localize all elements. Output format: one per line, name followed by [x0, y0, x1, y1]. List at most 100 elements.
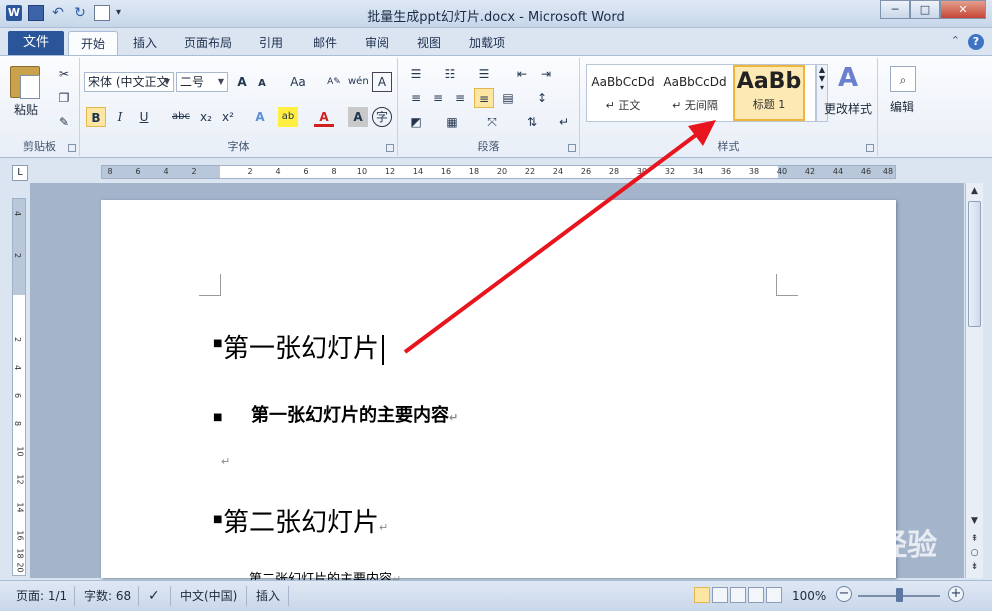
- show-marks-icon[interactable]: ↵: [554, 112, 574, 132]
- ruler-tick: 14: [412, 167, 424, 176]
- tab-file[interactable]: 文件: [8, 31, 64, 55]
- shading-icon[interactable]: ◩: [406, 112, 426, 132]
- align-center-icon[interactable]: ≡: [428, 88, 448, 108]
- style-normal[interactable]: AaBbCcDd ↵ 正文: [587, 65, 659, 121]
- underline-button[interactable]: U: [134, 107, 154, 127]
- doc-heading-2[interactable]: 第二张幻灯片↵: [223, 502, 388, 539]
- page-count[interactable]: 页面: 1/1: [16, 587, 67, 605]
- editing-group: ⌕ 编辑: [880, 58, 926, 156]
- insert-mode[interactable]: 插入: [256, 587, 280, 605]
- distributed-icon[interactable]: ▤: [498, 88, 518, 108]
- close-button[interactable]: ✕: [940, 0, 986, 19]
- font-color-icon[interactable]: A: [314, 107, 334, 127]
- bullets-icon[interactable]: ☰: [406, 64, 426, 84]
- superscript-button[interactable]: x²: [218, 107, 238, 127]
- ruler-tick: 2: [247, 167, 253, 176]
- style-no-spacing[interactable]: AaBbCcDd ↵ 无间隔: [659, 65, 731, 121]
- decrease-indent-icon[interactable]: ⇤: [512, 64, 532, 84]
- justify-icon[interactable]: ≡: [474, 88, 494, 108]
- enclose-char-icon[interactable]: 字: [372, 107, 392, 127]
- zoom-slider-handle[interactable]: [896, 588, 903, 602]
- numbering-icon[interactable]: ☷: [440, 64, 460, 84]
- horizontal-ruler[interactable]: 8 6 4 2 2 4 6 8 10 12 14 16 18 20 22 24 …: [101, 165, 896, 179]
- multilevel-list-icon[interactable]: ☰: [474, 64, 494, 84]
- web-layout-icon[interactable]: [730, 587, 746, 603]
- doc-heading-1[interactable]: 第一张幻灯片: [223, 328, 384, 365]
- ruler-tick: 32: [664, 167, 676, 176]
- cut-icon[interactable]: ✂: [54, 64, 74, 84]
- sort-icon[interactable]: ⇅: [522, 112, 542, 132]
- tab-review[interactable]: 审阅: [356, 31, 398, 55]
- vertical-scrollbar[interactable]: ▲ ▼ ⇞ ○ ⇟: [965, 183, 983, 578]
- window-controls: ─ □ ✕: [880, 0, 986, 19]
- tab-view[interactable]: 视图: [408, 31, 450, 55]
- font-size-combo[interactable]: 二号 ▼: [176, 72, 228, 92]
- char-border-icon[interactable]: A: [372, 72, 392, 92]
- scroll-down-icon[interactable]: ▼: [968, 515, 981, 528]
- scroll-thumb[interactable]: [968, 201, 981, 327]
- clear-format-icon[interactable]: A✎: [324, 72, 344, 92]
- tab-selector[interactable]: L: [12, 165, 28, 181]
- minimize-button[interactable]: ─: [880, 0, 910, 19]
- line-spacing-icon[interactable]: ↕: [532, 88, 552, 108]
- zoom-in-icon[interactable]: +: [948, 586, 964, 602]
- shrink-font-icon[interactable]: A: [252, 74, 272, 94]
- language-indicator[interactable]: 中文(中国): [180, 587, 237, 605]
- tab-home[interactable]: 开始: [68, 31, 118, 55]
- grow-font-icon[interactable]: A: [232, 72, 252, 92]
- draft-icon[interactable]: [766, 587, 782, 603]
- full-screen-reading-icon[interactable]: [712, 587, 728, 603]
- tab-references[interactable]: 引用: [250, 31, 292, 55]
- maximize-button[interactable]: □: [910, 0, 940, 19]
- copy-icon[interactable]: ❐: [54, 88, 74, 108]
- paragraph-group-label: 段落: [477, 140, 500, 153]
- print-layout-icon[interactable]: [694, 587, 710, 603]
- doc-empty-line[interactable]: ↵: [221, 454, 230, 468]
- ruler-tick: 4: [13, 364, 23, 371]
- increase-indent-icon[interactable]: ⇥: [536, 64, 556, 84]
- font-name-combo[interactable]: 宋体 (中文正文 ▼: [84, 72, 174, 92]
- help-icon[interactable]: ?: [968, 34, 984, 50]
- highlight-icon[interactable]: ab: [278, 107, 298, 127]
- style-gallery: AaBbCcDd ↵ 正文 AaBbCcDd ↵ 无间隔 AaBb 标题 1: [586, 64, 816, 122]
- styles-group-label: 样式: [717, 140, 740, 153]
- crop-mark: [776, 274, 798, 296]
- scroll-up-icon[interactable]: ▲: [968, 185, 981, 198]
- outline-icon[interactable]: [748, 587, 764, 603]
- font-launcher[interactable]: [386, 144, 394, 152]
- change-case-icon[interactable]: Aa: [284, 72, 312, 92]
- format-painter-icon[interactable]: ✎: [54, 112, 74, 132]
- phonetic-guide-icon[interactable]: wén: [348, 72, 369, 92]
- char-shading-icon[interactable]: A: [348, 107, 368, 127]
- tab-addins[interactable]: 加载项: [462, 31, 512, 55]
- vertical-ruler[interactable]: 4 2 2 4 6 8 10 12 14 16 18 20: [12, 198, 26, 576]
- styles-launcher[interactable]: [866, 144, 874, 152]
- subscript-button[interactable]: x₂: [196, 107, 216, 127]
- prev-page-icon[interactable]: ⇞: [968, 533, 981, 546]
- ruler-tick: 2: [191, 167, 197, 176]
- zoom-level[interactable]: 100%: [792, 587, 826, 605]
- style-no-spacing-sample: AaBbCcDd: [663, 75, 727, 89]
- style-heading-1[interactable]: AaBb 标题 1: [733, 65, 805, 121]
- align-left-icon[interactable]: ≡: [406, 88, 426, 108]
- paragraph-group: ☰ ☷ ☰ ⇤ ⇥ ≡ ≡ ≡ ≡ ▤ ↕ ◩ ▦ ⤧ ⇅ ↵ 段落: [398, 58, 580, 156]
- text-effect-icon[interactable]: A: [250, 107, 270, 127]
- tab-mailings[interactable]: 邮件: [304, 31, 346, 55]
- tab-insert[interactable]: 插入: [124, 31, 166, 55]
- borders-icon[interactable]: ▦: [442, 112, 462, 132]
- clipboard-launcher[interactable]: [68, 144, 76, 152]
- tab-page-layout[interactable]: 页面布局: [176, 31, 240, 55]
- minimize-ribbon-icon[interactable]: ⌃: [951, 34, 960, 47]
- chinese-layout-icon[interactable]: ⤧: [482, 112, 502, 132]
- paragraph-launcher[interactable]: [568, 144, 576, 152]
- doc-body-1[interactable]: 第一张幻灯片的主要内容↵: [251, 401, 458, 427]
- zoom-out-icon[interactable]: −: [836, 586, 852, 602]
- align-right-icon[interactable]: ≡: [450, 88, 470, 108]
- bold-button[interactable]: B: [86, 107, 106, 127]
- italic-button[interactable]: I: [110, 107, 130, 127]
- word-count[interactable]: 字数: 68: [84, 587, 131, 605]
- next-page-icon[interactable]: ⇟: [968, 561, 981, 574]
- strikethrough-button[interactable]: abc: [168, 107, 194, 127]
- proofing-icon[interactable]: ✓: [148, 587, 160, 605]
- browse-object-icon[interactable]: ○: [968, 547, 981, 560]
